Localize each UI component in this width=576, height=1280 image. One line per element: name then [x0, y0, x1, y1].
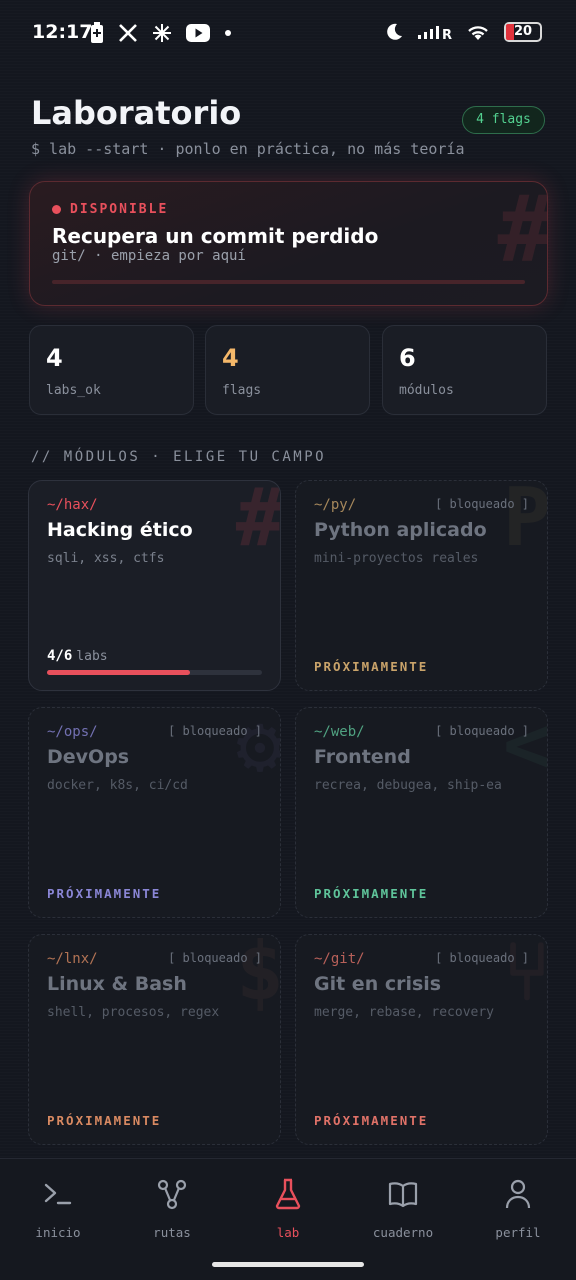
stat-card-flags: 4 flags: [205, 325, 370, 415]
module-path: ~/hax/: [47, 497, 98, 513]
flags-badge[interactable]: 4 flags: [462, 106, 545, 134]
module-tags: merge, rebase, recovery: [314, 1005, 495, 1020]
youtube-icon: [186, 24, 210, 42]
status-bar: 12:17 R 20: [0, 0, 576, 70]
nav-item-rutas[interactable]: rutas: [122, 1177, 222, 1240]
spark-app-icon: [153, 24, 171, 42]
nav-label: rutas: [153, 1225, 191, 1240]
hash-glyph-icon: #: [497, 181, 548, 283]
code-glyph-icon: <: [502, 707, 548, 791]
module-card-devops[interactable]: ⚙ ~/ops/ [ bloqueado ] DevOps docker, k8…: [28, 707, 281, 918]
user-icon: [505, 1179, 531, 1209]
module-title: Hacking ético: [47, 519, 193, 541]
stat-label: flags: [222, 383, 262, 398]
module-title: DevOps: [47, 746, 130, 768]
nav-label: lab: [276, 1225, 300, 1240]
battery-indicator: 20: [504, 22, 542, 42]
page-subtitle: $ lab --start · ponlo en práctica, no má…: [31, 140, 465, 158]
wifi-icon: [468, 26, 488, 40]
locked-label: [ bloqueado ]: [435, 724, 529, 738]
module-tags: sqli, xss, ctfs: [47, 551, 165, 566]
nav-item-cuaderno[interactable]: cuaderno: [353, 1177, 453, 1240]
x-app-icon: [119, 24, 137, 42]
module-title: Python aplicado: [314, 519, 487, 541]
module-card-frontend[interactable]: < ~/web/ [ bloqueado ] Frontend recrea, …: [295, 707, 548, 918]
section-heading: // MÓDULOS · ELIGE TU CAMPO: [31, 449, 327, 465]
module-path: ~/git/: [314, 951, 365, 967]
locked-label: [ bloqueado ]: [168, 951, 262, 965]
notification-icons: [90, 22, 232, 44]
module-tags: shell, procesos, regex: [47, 1005, 220, 1020]
more-notifications-icon: [225, 30, 231, 36]
coming-soon-label: PRÓXIMAMENTE: [47, 886, 162, 901]
module-tags: mini-proyectos reales: [314, 551, 479, 566]
flask-icon: [275, 1178, 301, 1210]
nav-item-inicio[interactable]: inicio: [8, 1177, 108, 1240]
featured-lab-divider: [52, 280, 525, 284]
locked-label: [ bloqueado ]: [168, 724, 262, 738]
module-title: Linux & Bash: [47, 973, 187, 995]
availability-status: DISPONIBLE: [52, 202, 168, 217]
module-path: ~/lnx/: [47, 951, 98, 967]
featured-lab-card[interactable]: # DISPONIBLE Recupera un commit perdido …: [29, 181, 548, 306]
locked-label: [ bloqueado ]: [435, 497, 529, 511]
nav-label: perfil: [495, 1225, 541, 1240]
hash-glyph-icon: #: [235, 480, 281, 564]
gear-glyph-icon: ⚙: [235, 707, 281, 791]
stat-card-labs-ok: 4 labs_ok: [29, 325, 194, 415]
coming-soon-label: PRÓXIMAMENTE: [314, 886, 429, 901]
terminal-icon: [44, 1183, 72, 1205]
penguin-glyph-icon: $: [235, 934, 281, 1018]
nav-item-perfil[interactable]: perfil: [468, 1177, 568, 1240]
module-tags: docker, k8s, ci/cd: [47, 778, 188, 793]
coming-soon-label: PRÓXIMAMENTE: [314, 659, 429, 674]
status-time: 12:17: [32, 21, 93, 43]
nav-label: cuaderno: [372, 1225, 434, 1240]
python-glyph-icon: P: [502, 480, 548, 564]
status-label: DISPONIBLE: [70, 202, 169, 217]
stat-value: 4: [222, 344, 239, 372]
stat-label: módulos: [399, 383, 454, 398]
routes-icon: [157, 1179, 187, 1210]
module-card-python[interactable]: P ~/py/ [ bloqueado ] Python aplicado mi…: [295, 480, 548, 691]
svg-text:R: R: [442, 28, 452, 41]
stat-card-modules: 6 módulos: [382, 325, 547, 415]
nav-item-lab[interactable]: lab: [238, 1177, 338, 1240]
book-icon: [388, 1182, 418, 1208]
battery-saver-icon: [91, 22, 103, 43]
module-progress-text: 4/6 labs: [47, 648, 108, 664]
stat-value: 6: [399, 344, 416, 372]
stat-label: labs_ok: [46, 383, 101, 398]
module-path: ~/web/: [314, 724, 365, 740]
module-card-linux[interactable]: $ ~/lnx/ [ bloqueado ] Linux & Bash shel…: [28, 934, 281, 1145]
module-progress-fill: [47, 670, 191, 675]
branch-glyph-icon: ⑂: [503, 934, 548, 1018]
stat-value: 4: [46, 344, 63, 372]
locked-label: [ bloqueado ]: [435, 951, 529, 965]
coming-soon-label: PRÓXIMAMENTE: [47, 1113, 162, 1128]
module-title: Frontend: [314, 746, 411, 768]
module-path: ~/ops/: [47, 724, 98, 740]
home-indicator[interactable]: [212, 1262, 364, 1267]
module-tags: recrea, debugea, ship-ea: [314, 778, 502, 793]
page-title: Laboratorio: [31, 94, 242, 132]
module-path: ~/py/: [314, 497, 357, 513]
module-card-hacking[interactable]: # ~/hax/ Hacking ético sqli, xss, ctfs 4…: [28, 480, 281, 691]
coming-soon-label: PRÓXIMAMENTE: [314, 1113, 429, 1128]
nav-label: inicio: [35, 1225, 81, 1240]
featured-lab-title: Recupera un commit perdido: [52, 224, 379, 248]
dnd-moon-icon: [387, 23, 402, 40]
status-dot-icon: [52, 205, 61, 214]
featured-lab-subtitle: git/ · empieza por aquí: [52, 248, 246, 264]
module-progress-bar: [47, 670, 262, 675]
module-title: Git en crisis: [314, 973, 442, 995]
module-card-git[interactable]: ⑂ ~/git/ [ bloqueado ] Git en crisis mer…: [295, 934, 548, 1145]
signal-icon: R: [418, 26, 452, 41]
